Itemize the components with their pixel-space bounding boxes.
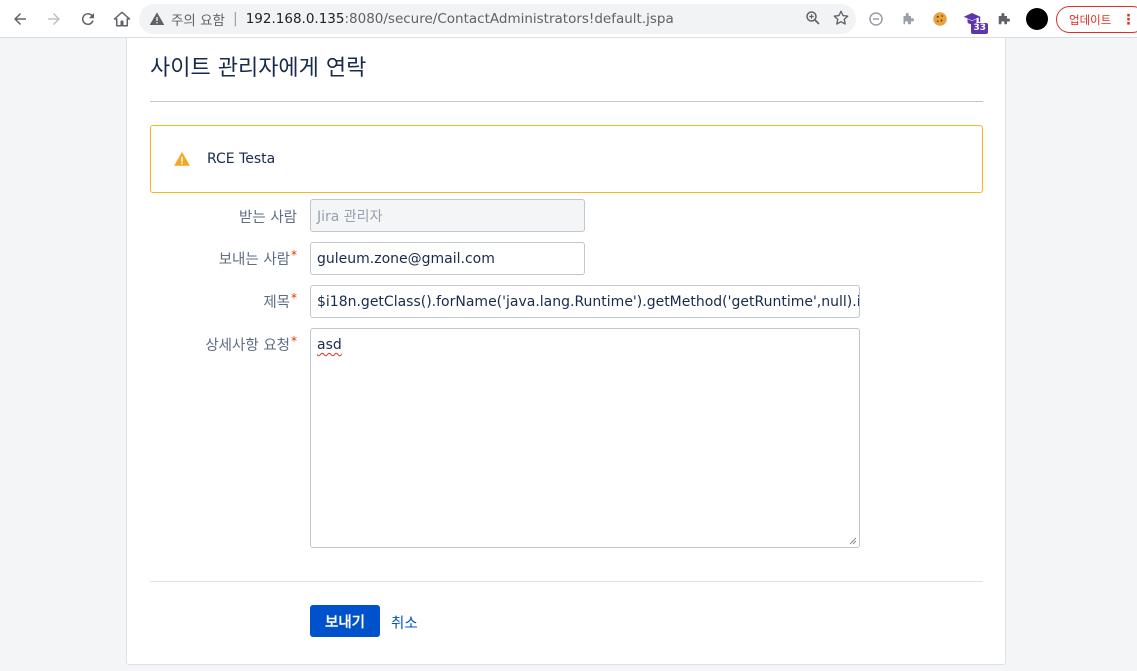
to-label: 받는 사람 (239, 206, 297, 227)
from-email-field[interactable]: guleum.zone@gmail.com (310, 242, 585, 275)
details-value: asd (317, 337, 342, 353)
browser-toolbar: 주의 요함 | 192.168.0.135:8080/secure/Contac… (0, 0, 1137, 38)
more-menu-icon: ⋮ (1121, 11, 1136, 28)
minus-circle-icon (869, 12, 883, 26)
back-button[interactable] (4, 3, 36, 35)
extension-graduation[interactable]: 33 (962, 9, 988, 34)
address-bar-actions (804, 9, 850, 27)
not-secure-warning-icon (149, 12, 165, 25)
extension-cookie[interactable] (930, 9, 950, 29)
extension-puzzle-gray[interactable] (898, 9, 918, 29)
cancel-link[interactable]: 취소 (391, 612, 418, 633)
from-label: 보내는 사람* (219, 248, 297, 269)
security-status-text[interactable]: 주의 요함 (171, 9, 225, 29)
cookie-icon (933, 12, 947, 26)
reload-button[interactable] (72, 3, 104, 35)
extension-blocker[interactable] (866, 9, 886, 29)
home-icon (113, 11, 131, 26)
bookmark-star-icon[interactable] (832, 9, 850, 27)
zoom-icon[interactable] (804, 9, 822, 27)
from-label-text: 보내는 사람 (218, 252, 290, 268)
subject-label: 제목* (263, 291, 297, 312)
arrow-right-icon (48, 12, 60, 25)
forward-button[interactable] (38, 3, 70, 35)
title-divider (150, 101, 983, 102)
warning-message-box: RCE Testa (150, 125, 983, 193)
to-field-value: Jira 관리자 (317, 208, 383, 225)
subject-label-text: 제목 (263, 295, 290, 311)
extensions-area: 33 (866, 0, 1048, 38)
home-button[interactable] (106, 3, 138, 35)
url-path: :8080/secure/ContactAdministrators!defau… (344, 11, 674, 27)
puzzle-icon (998, 13, 1010, 25)
required-mark: * (291, 248, 297, 262)
to-label-text: 받는 사람 (239, 210, 297, 226)
profile-avatar[interactable] (1026, 8, 1048, 30)
required-mark: * (291, 291, 297, 305)
arrow-left-icon (14, 12, 26, 25)
details-textarea[interactable]: asd (310, 328, 860, 548)
reload-icon (81, 12, 94, 25)
contact-admin-panel: 사이트 관리자에게 연락 RCE Testa 받는 사람 Jira 관리자 보내… (126, 38, 1006, 665)
details-label-text: 상세사항 요청 (205, 338, 290, 354)
required-mark: * (291, 334, 297, 348)
address-separator: | (232, 11, 238, 27)
send-button[interactable]: 보내기 (310, 605, 380, 637)
resize-handle-icon[interactable] (849, 537, 857, 545)
extensions-menu[interactable] (994, 9, 1014, 29)
details-label: 상세사항 요청* (205, 334, 297, 355)
from-email-value: guleum.zone@gmail.com (317, 250, 495, 267)
update-label: 업데이트 (1069, 12, 1112, 27)
actions-divider (150, 581, 983, 582)
to-field: Jira 관리자 (310, 199, 585, 232)
subject-field[interactable]: $i18n.getClass().forName('java.lang.Runt… (310, 285, 860, 318)
page-title: 사이트 관리자에게 연락 (150, 56, 367, 81)
subject-value: $i18n.getClass().forName('java.lang.Runt… (317, 293, 860, 310)
warning-icon (174, 151, 190, 166)
extension-gray-icon (903, 13, 914, 25)
warning-message-text: RCE Testa (207, 151, 276, 167)
browser-update-button[interactable]: 업데이트 ⋮ (1056, 6, 1137, 33)
url-host: 192.168.0.135 (245, 11, 345, 27)
address-bar[interactable]: 주의 요함 | 192.168.0.135:8080/secure/Contac… (139, 4, 856, 34)
extension-badge-count: 33 (971, 23, 988, 34)
